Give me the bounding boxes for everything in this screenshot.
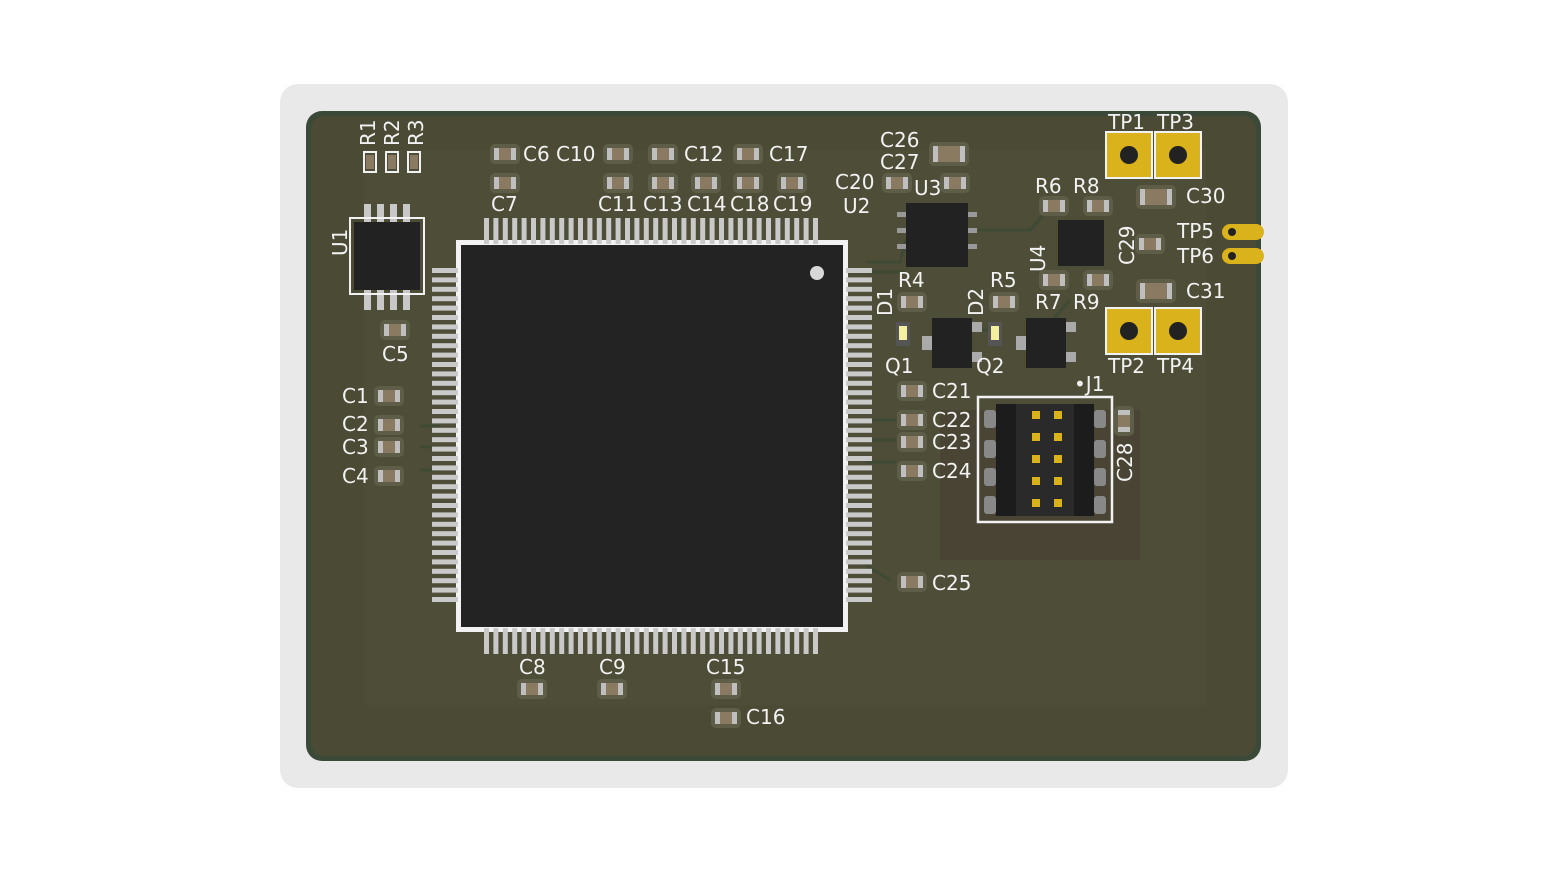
- label-c2: C2: [342, 412, 369, 436]
- label-c26: C26: [880, 128, 920, 152]
- label-q1: Q1: [885, 354, 914, 378]
- label-c5: C5: [382, 342, 409, 366]
- label-c21: C21: [932, 379, 972, 403]
- label-r3: R3: [404, 119, 428, 146]
- label-c31: C31: [1186, 279, 1226, 303]
- label-q2: Q2: [976, 354, 1005, 378]
- label-r6: R6: [1035, 174, 1062, 198]
- label-c12: C12: [684, 142, 724, 166]
- label-c7: C7: [491, 192, 518, 216]
- label-c19: C19: [773, 192, 813, 216]
- label-c8: C8: [519, 655, 546, 679]
- label-r9: R9: [1073, 290, 1100, 314]
- label-tp2: TP2: [1108, 354, 1146, 378]
- label-c28: C28: [1113, 442, 1137, 482]
- label-c22: C22: [932, 408, 972, 432]
- label-tp3: TP3: [1157, 110, 1195, 134]
- label-r4: R4: [898, 268, 925, 292]
- label-u1: U1: [328, 228, 352, 256]
- label-c27: C27: [880, 150, 920, 174]
- label-j1: •J1: [1074, 372, 1105, 396]
- label-c15: C15: [706, 655, 746, 679]
- label-c11: C11: [598, 192, 638, 216]
- label-c16: C16: [746, 705, 786, 729]
- u2-qfp-chip: [432, 218, 872, 654]
- u3-chip: [897, 203, 977, 267]
- pcb-board: [280, 84, 1288, 788]
- label-c30: C30: [1186, 184, 1226, 208]
- label-c4: C4: [342, 464, 369, 488]
- label-c23: C23: [932, 430, 972, 454]
- label-u4: U4: [1026, 244, 1050, 272]
- label-c9: C9: [599, 655, 626, 679]
- label-c13: C13: [643, 192, 683, 216]
- label-c1: C1: [342, 384, 369, 408]
- label-r7: R7: [1035, 290, 1062, 314]
- label-tp6: TP6: [1177, 244, 1215, 268]
- label-c20: C20: [835, 170, 875, 194]
- label-d1: D1: [873, 287, 897, 316]
- label-c10: C10: [556, 142, 596, 166]
- label-d2: D2: [964, 287, 988, 316]
- label-tp5: TP5: [1177, 219, 1215, 243]
- label-c29: C29: [1115, 225, 1139, 265]
- label-c6: C6: [523, 142, 550, 166]
- label-c24: C24: [932, 459, 972, 483]
- label-tp4: TP4: [1157, 354, 1195, 378]
- label-c25: C25: [932, 571, 972, 595]
- pcb-render-scene: R1 R2 R3 U1 C6 C7 C10 C11 C12 C13 C14 C1…: [0, 0, 1568, 872]
- label-tp1: TP1: [1108, 110, 1146, 134]
- label-r8: R8: [1073, 174, 1100, 198]
- label-r5: R5: [990, 268, 1017, 292]
- d1-led: [896, 322, 910, 346]
- d2-led: [988, 322, 1002, 346]
- label-u3: U3: [914, 176, 942, 200]
- label-c17: C17: [769, 142, 809, 166]
- label-c14: C14: [687, 192, 727, 216]
- label-c3: C3: [342, 435, 369, 459]
- label-c18: C18: [730, 192, 770, 216]
- u4-chip: [1058, 220, 1104, 266]
- label-u2: U2: [843, 194, 871, 218]
- label-r1: R1: [356, 119, 380, 146]
- label-r2: R2: [380, 119, 404, 146]
